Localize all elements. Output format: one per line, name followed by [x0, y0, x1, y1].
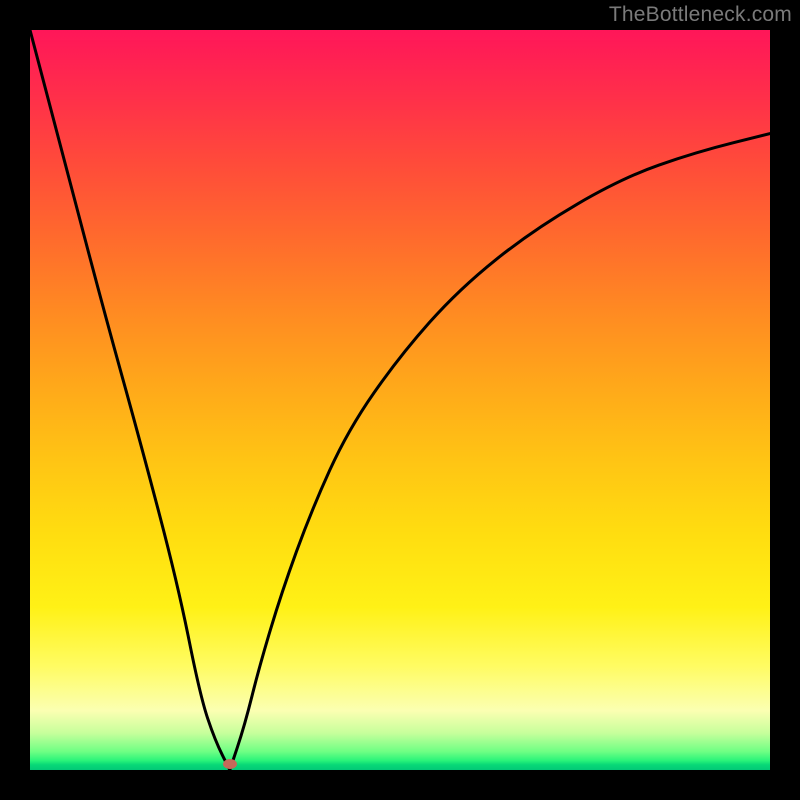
chart-frame: TheBottleneck.com [0, 0, 800, 800]
minimum-marker [223, 759, 237, 769]
bottleneck-curve [30, 30, 770, 770]
plot-area [30, 30, 770, 770]
watermark-text: TheBottleneck.com [609, 3, 792, 27]
